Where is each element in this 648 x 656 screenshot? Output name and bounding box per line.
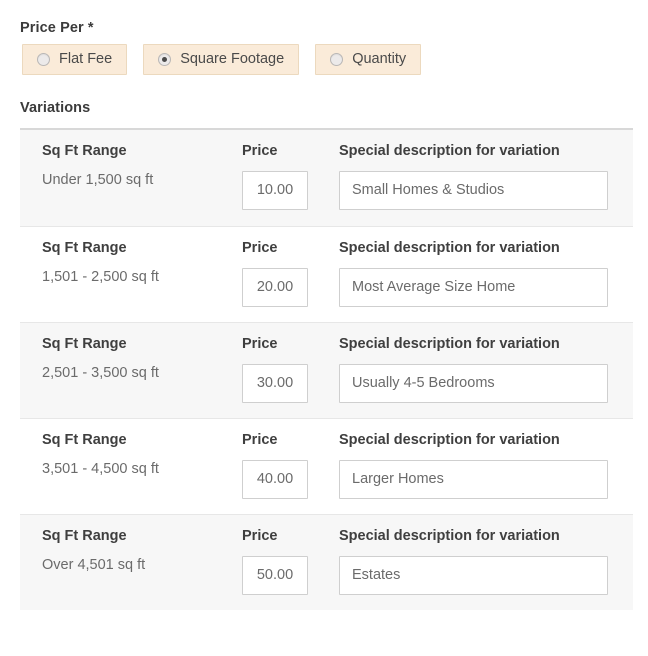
column-header-price: Price [242, 143, 278, 159]
radio-option-flat-fee[interactable]: Flat Fee [22, 44, 128, 75]
variation-range-value: 3,501 - 4,500 sq ft [42, 460, 159, 477]
radio-label-square-footage: Square Footage [180, 51, 285, 68]
column-header-sq-ft-range: Sq Ft Range [42, 336, 127, 352]
price-per-label: Price Per * [20, 20, 94, 36]
radio-label-quantity: Quantity [352, 51, 407, 68]
variation-price-cell: Price [242, 433, 337, 499]
radio-button-icon-flat-fee[interactable] [37, 53, 50, 66]
column-header-sq-ft-range: Sq Ft Range [42, 143, 127, 159]
variation-description-cell: Special description for variation [339, 144, 629, 210]
column-header-special-description: Special description for variation [339, 528, 560, 544]
column-header-special-description: Special description for variation [339, 143, 560, 159]
table-row: Sq Ft Range Over 4,501 sq ft Price Speci… [20, 514, 633, 610]
table-row: Sq Ft Range 1,501 - 2,500 sq ft Price Sp… [20, 226, 633, 322]
description-input[interactable] [339, 170, 608, 210]
variation-range-cell: Sq Ft Range 1,501 - 2,500 sq ft [42, 241, 242, 284]
radio-label-flat-fee: Flat Fee [59, 51, 113, 68]
price-input[interactable] [242, 459, 308, 499]
variation-price-cell: Price [242, 529, 337, 595]
column-header-special-description: Special description for variation [339, 336, 560, 352]
variation-description-cell: Special description for variation [339, 241, 629, 307]
price-input[interactable] [242, 267, 308, 307]
column-header-sq-ft-range: Sq Ft Range [42, 432, 127, 448]
column-header-price: Price [242, 336, 278, 352]
variation-range-cell: Sq Ft Range Over 4,501 sq ft [42, 529, 242, 572]
column-header-special-description: Special description for variation [339, 432, 560, 448]
column-header-price: Price [242, 240, 278, 256]
column-header-price: Price [242, 432, 278, 448]
variation-range-cell: Sq Ft Range Under 1,500 sq ft [42, 144, 242, 187]
table-row: Sq Ft Range 2,501 - 3,500 sq ft Price Sp… [20, 322, 633, 418]
variations-list: Sq Ft Range Under 1,500 sq ft Price Spec… [20, 128, 633, 610]
table-row: Sq Ft Range Under 1,500 sq ft Price Spec… [20, 130, 633, 226]
column-header-special-description: Special description for variation [339, 240, 560, 256]
variation-range-value: 1,501 - 2,500 sq ft [42, 268, 159, 285]
description-input[interactable] [339, 363, 608, 403]
variation-price-cell: Price [242, 144, 337, 210]
variations-section-title: Variations [20, 100, 91, 116]
variation-range-value: Under 1,500 sq ft [42, 171, 154, 188]
column-header-price: Price [242, 528, 278, 544]
variation-price-cell: Price [242, 241, 337, 307]
description-input[interactable] [339, 459, 608, 499]
description-input[interactable] [339, 267, 608, 307]
price-input[interactable] [242, 555, 308, 595]
variation-range-value: 2,501 - 3,500 sq ft [42, 364, 159, 381]
price-per-radio-group: Flat Fee Square Footage Quantity [22, 44, 422, 75]
radio-button-icon-square-footage[interactable] [158, 53, 172, 66]
price-input[interactable] [242, 363, 308, 403]
price-per-variations-form: Price Per * Flat Fee Square Footage Quan… [0, 0, 648, 656]
column-header-sq-ft-range: Sq Ft Range [42, 528, 127, 544]
price-input[interactable] [242, 170, 308, 210]
variation-range-value: Over 4,501 sq ft [42, 556, 146, 573]
variation-range-cell: Sq Ft Range 2,501 - 3,500 sq ft [42, 337, 242, 380]
table-row: Sq Ft Range 3,501 - 4,500 sq ft Price Sp… [20, 418, 633, 514]
variation-description-cell: Special description for variation [339, 337, 629, 403]
variation-price-cell: Price [242, 337, 337, 403]
column-header-sq-ft-range: Sq Ft Range [42, 240, 127, 256]
variation-range-cell: Sq Ft Range 3,501 - 4,500 sq ft [42, 433, 242, 476]
description-input[interactable] [339, 555, 608, 595]
radio-button-icon-quantity[interactable] [330, 53, 344, 66]
variation-description-cell: Special description for variation [339, 529, 629, 595]
variation-description-cell: Special description for variation [339, 433, 629, 499]
radio-option-square-footage[interactable]: Square Footage [143, 44, 300, 75]
radio-option-quantity[interactable]: Quantity [315, 44, 422, 75]
